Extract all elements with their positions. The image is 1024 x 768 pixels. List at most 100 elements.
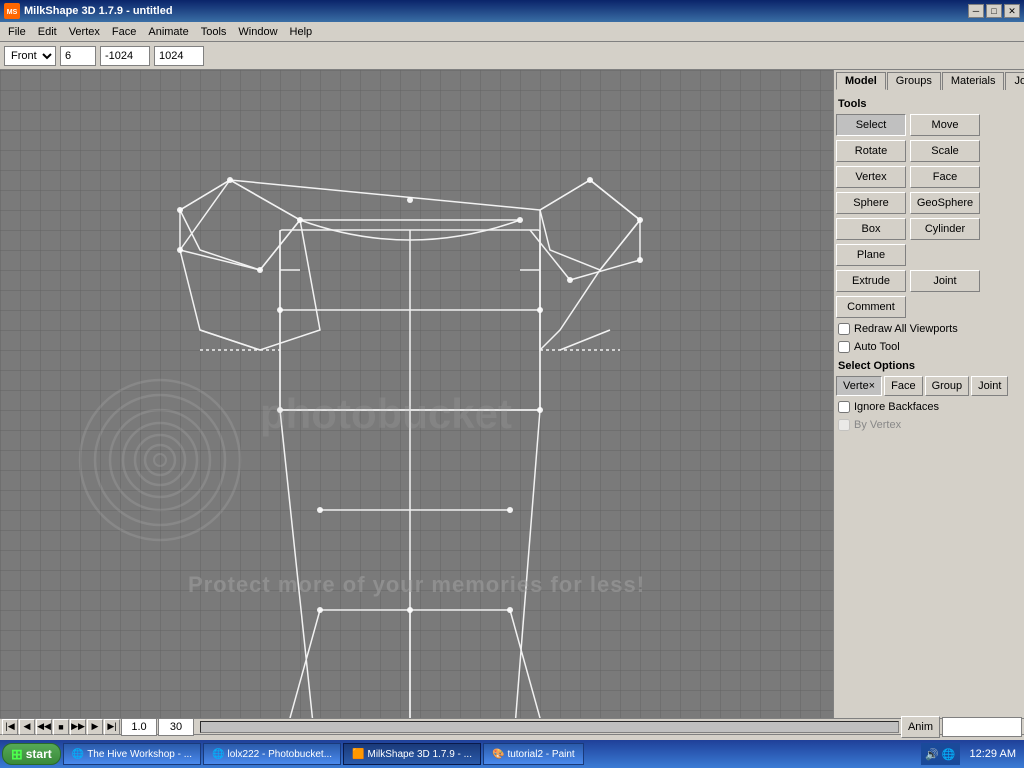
start-button[interactable]: ⊞ start — [2, 743, 61, 765]
tools-row-5: Box Cylinder — [836, 218, 1022, 240]
comment-button[interactable]: Comment — [836, 296, 906, 318]
tab-groups[interactable]: Groups — [887, 72, 941, 90]
sel-group-button[interactable]: Group — [925, 376, 970, 396]
taskbar-item-icon: 🌐 — [72, 749, 84, 760]
taskbar-item-milkshape[interactable]: 🟧 MilkShape 3D 1.7.9 - ... — [343, 743, 481, 765]
zoom-input[interactable] — [60, 46, 96, 66]
minimize-button[interactable]: ─ — [968, 4, 984, 18]
anim-skip-end[interactable]: ▶| — [104, 719, 120, 735]
joint-button[interactable]: Joint — [910, 270, 980, 292]
extrude-button[interactable]: Extrude — [836, 270, 906, 292]
frame-total[interactable] — [158, 718, 194, 736]
h-scrollbar-track[interactable] — [200, 721, 899, 733]
taskbar-item-paint[interactable]: 🎨 tutorial2 - Paint — [483, 743, 584, 765]
taskbar-item-paint-label: tutorial2 - Paint — [507, 749, 574, 760]
sel-face-button[interactable]: Face — [884, 376, 922, 396]
start-label: start — [26, 747, 52, 761]
tools-row-2: Rotate Scale — [836, 140, 1022, 162]
tools-row-6: Plane — [836, 244, 1022, 266]
anim-prev[interactable]: ◀ — [19, 719, 35, 735]
anim-next[interactable]: ▶ — [87, 719, 103, 735]
plane-button[interactable]: Plane — [836, 244, 906, 266]
redraw-label: Redraw All Viewports — [854, 323, 958, 335]
menu-item-file[interactable]: File — [2, 24, 32, 40]
menubar: FileEditVertexFaceAnimateToolsWindowHelp — [0, 22, 1024, 42]
face-button[interactable]: Face — [910, 166, 980, 188]
rotate-button[interactable]: Rotate — [836, 140, 906, 162]
menu-item-tools[interactable]: Tools — [195, 24, 233, 40]
redraw-checkbox-row: Redraw All Viewports — [838, 323, 1020, 335]
tools-row-8: Comment — [836, 296, 1022, 318]
anim-skip-start[interactable]: |◀ — [2, 719, 18, 735]
menu-item-help[interactable]: Help — [284, 24, 319, 40]
coord-left-input[interactable] — [100, 46, 150, 66]
by-vertex-checkbox[interactable] — [838, 419, 850, 431]
titlebar: MS MilkShape 3D 1.7.9 - untitled ─ □ ✕ — [0, 0, 1024, 22]
anim-play[interactable]: ▶▶ — [70, 719, 86, 735]
titlebar-left: MS MilkShape 3D 1.7.9 - untitled — [4, 3, 173, 19]
anim-button[interactable]: Anim — [901, 716, 940, 738]
system-tray: 🔊 🌐 — [921, 743, 959, 765]
right-panel: Model Groups Materials Joints Tools Sele… — [834, 70, 1024, 718]
redraw-checkbox[interactable] — [838, 323, 850, 335]
windows-logo-icon: ⊞ — [11, 746, 23, 763]
sel-vertex-button[interactable]: Verte× — [836, 376, 882, 396]
h-scrollbar[interactable]: |◀ ◀ ◀◀ ■ ▶▶ ▶ ▶| Anim — [0, 718, 1024, 734]
geosphere-button[interactable]: GeoSphere — [910, 192, 980, 214]
taskbar-item-label: The Hive Workshop - ... — [87, 749, 192, 760]
scale-button[interactable]: Scale — [910, 140, 980, 162]
vertex-button[interactable]: Vertex — [836, 166, 906, 188]
tab-materials[interactable]: Materials — [942, 72, 1005, 90]
menu-item-edit[interactable]: Edit — [32, 24, 63, 40]
ignore-backfaces-label: Ignore Backfaces — [854, 401, 939, 413]
window-title: MilkShape 3D 1.7.9 - untitled — [24, 5, 173, 17]
autotool-label: Auto Tool — [854, 341, 900, 353]
autotool-checkbox[interactable] — [838, 341, 850, 353]
toolbar: Front — [0, 42, 1024, 70]
anim-search-input[interactable] — [942, 717, 1022, 737]
select-button[interactable]: Select — [836, 114, 906, 136]
taskbar-icon-pb: 🌐 — [212, 749, 224, 760]
taskbar-item-pb-label: lolx222 - Photobucket... — [228, 749, 333, 760]
main-area: Protect more of your memories for less! … — [0, 70, 1024, 718]
titlebar-controls[interactable]: ─ □ ✕ — [968, 4, 1020, 18]
taskbar-item-photobucket[interactable]: 🌐 lolx222 - Photobucket... — [203, 743, 341, 765]
sphere-button[interactable]: Sphere — [836, 192, 906, 214]
menu-item-vertex[interactable]: Vertex — [63, 24, 106, 40]
ignore-backfaces-checkbox[interactable] — [838, 401, 850, 413]
ignore-backfaces-row: Ignore Backfaces — [838, 401, 1020, 413]
taskbar-item-hiveworkshop[interactable]: 🌐 The Hive Workshop - ... — [63, 743, 201, 765]
tab-joints[interactable]: Joints — [1005, 72, 1024, 90]
by-vertex-label: By Vertex — [854, 419, 901, 431]
taskbar: ⊞ start 🌐 The Hive Workshop - ... 🌐 lolx… — [0, 740, 1024, 768]
close-button[interactable]: ✕ — [1004, 4, 1020, 18]
taskbar-right: 🔊 🌐 12:29 AM — [921, 743, 1022, 765]
tools-row-4: Sphere GeoSphere — [836, 192, 1022, 214]
cylinder-button[interactable]: Cylinder — [910, 218, 980, 240]
viewport[interactable]: Protect more of your memories for less! … — [0, 70, 834, 718]
tab-model[interactable]: Model — [836, 72, 886, 90]
frame-current[interactable] — [121, 718, 157, 736]
menu-item-face[interactable]: Face — [106, 24, 142, 40]
anim-stop[interactable]: ■ — [53, 719, 69, 735]
maximize-button[interactable]: □ — [986, 4, 1002, 18]
sel-joint-button[interactable]: Joint — [971, 376, 1008, 396]
tab-bar: Model Groups Materials Joints — [836, 72, 1022, 90]
system-clock: 12:29 AM — [964, 748, 1022, 760]
view-dropdown[interactable]: Front — [4, 46, 56, 66]
select-options-label: Select Options — [838, 360, 1020, 372]
taskbar-item-ms-label: MilkShape 3D 1.7.9 - ... — [367, 749, 472, 760]
tools-row-3: Vertex Face — [836, 166, 1022, 188]
menu-item-window[interactable]: Window — [232, 24, 283, 40]
tools-label: Tools — [838, 98, 1020, 110]
svg-text:MS: MS — [7, 9, 18, 16]
taskbar-icon-paint: 🎨 — [492, 749, 504, 760]
coord-right-input[interactable] — [154, 46, 204, 66]
anim-play-back[interactable]: ◀◀ — [36, 719, 52, 735]
box-button[interactable]: Box — [836, 218, 906, 240]
menu-item-animate[interactable]: Animate — [142, 24, 194, 40]
move-button[interactable]: Move — [910, 114, 980, 136]
app-icon: MS — [4, 3, 20, 19]
by-vertex-row: By Vertex — [838, 419, 1020, 431]
viewport-grid — [0, 70, 833, 718]
